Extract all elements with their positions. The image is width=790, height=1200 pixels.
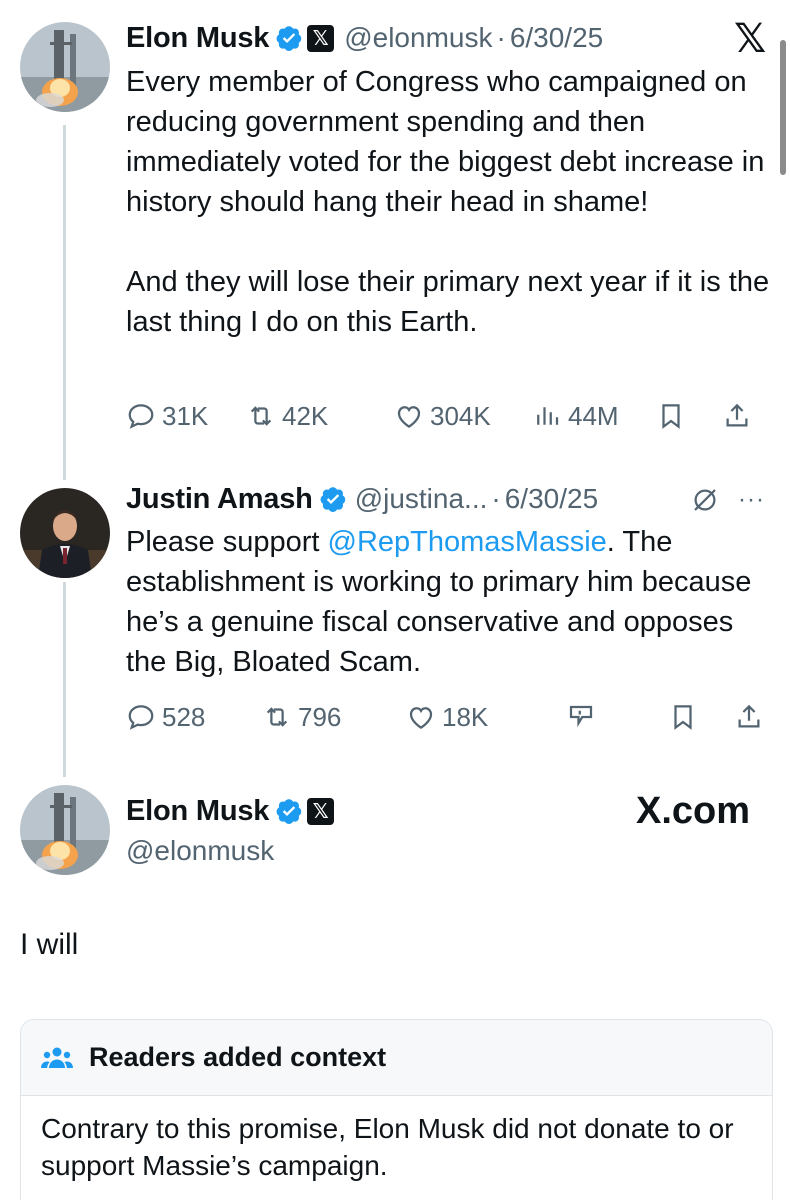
thread-line bbox=[63, 125, 66, 480]
tweet-text: I will bbox=[20, 928, 79, 961]
bookmark-button[interactable] bbox=[656, 401, 722, 431]
avatar[interactable] bbox=[20, 785, 110, 875]
verified-badge-icon bbox=[276, 26, 302, 51]
tweet-text: Every member of Congress who campaigned … bbox=[126, 66, 770, 338]
share-icon bbox=[738, 704, 760, 728]
verified-badge-icon bbox=[320, 487, 345, 512]
reply-count: 31K bbox=[162, 400, 209, 431]
people-icon bbox=[41, 1047, 73, 1068]
grok-icon[interactable] bbox=[690, 485, 720, 515]
scrollbar[interactable] bbox=[780, 40, 786, 175]
bookmark-icon bbox=[662, 404, 680, 429]
share-button[interactable] bbox=[734, 702, 770, 732]
author-handle[interactable]: @elonmusk bbox=[344, 22, 492, 54]
repost-button[interactable]: 42K bbox=[246, 401, 394, 432]
author-name[interactable]: Elon Musk bbox=[126, 22, 269, 55]
tweet-text-start: Please support bbox=[126, 526, 328, 558]
x-logo-icon: 𝕏 bbox=[734, 17, 767, 61]
author-handle[interactable]: @justina... bbox=[355, 483, 488, 515]
community-note[interactable]: Readers added context Contrary to this p… bbox=[20, 1019, 773, 1200]
like-button[interactable]: 18K bbox=[406, 702, 566, 733]
reply-count: 528 bbox=[162, 701, 206, 732]
brand-text: X.com bbox=[636, 790, 751, 832]
repost-icon bbox=[266, 707, 288, 727]
like-icon bbox=[397, 406, 421, 428]
author-name[interactable]: Justin Amash bbox=[126, 483, 313, 516]
reply-button[interactable]: 528 bbox=[126, 702, 262, 733]
mention-link[interactable]: @RepThomasMassie bbox=[328, 526, 607, 558]
tweet-date[interactable]: 6/30/25 bbox=[505, 483, 598, 515]
views-count: 44M bbox=[568, 400, 619, 431]
author-handle[interactable]: @elonmusk bbox=[126, 831, 770, 871]
tweet-body: Every member of Congress who campaigned … bbox=[126, 62, 770, 342]
share-icon bbox=[726, 403, 748, 427]
repost-button[interactable]: 796 bbox=[262, 702, 406, 733]
separator-dot: · bbox=[491, 483, 501, 514]
tweet-header: Elon Musk 𝕏 @elonmusk · 6/30/25 bbox=[126, 18, 770, 58]
share-button[interactable] bbox=[722, 401, 758, 431]
tweet-text: Please support @RepThomasMassie. The est… bbox=[126, 522, 770, 682]
reply-button[interactable]: 31K bbox=[126, 401, 246, 432]
author-name[interactable]: Elon Musk bbox=[126, 795, 269, 828]
like-count: 18K bbox=[442, 701, 489, 732]
tweet-actions: 528 796 18K bbox=[126, 697, 770, 737]
thread-line bbox=[63, 582, 66, 777]
community-note-text: Contrary to this promise, Elon Musk did … bbox=[41, 1113, 734, 1181]
avatar[interactable] bbox=[20, 22, 110, 112]
views-button[interactable]: 44M bbox=[532, 401, 656, 432]
reply-icon bbox=[128, 404, 154, 429]
like-icon bbox=[409, 707, 433, 729]
reply-icon bbox=[128, 705, 154, 730]
more-icon[interactable]: ··· bbox=[738, 486, 765, 514]
repost-count: 796 bbox=[298, 701, 342, 732]
avatar[interactable] bbox=[20, 488, 110, 578]
note-icon bbox=[569, 705, 593, 728]
tweet-header: Justin Amash @justina... · 6/30/25 bbox=[126, 479, 770, 519]
community-note-title: Readers added context bbox=[89, 1042, 387, 1072]
repost-icon bbox=[250, 406, 272, 426]
brand-label: X.com bbox=[636, 790, 750, 833]
tweet-body: Please support @RepThomasMassie. The est… bbox=[126, 522, 770, 682]
verified-badge-icon bbox=[276, 799, 302, 824]
x-affiliate-icon: 𝕏 bbox=[307, 797, 335, 825]
bookmark-icon bbox=[674, 705, 692, 730]
x-affiliate-icon: 𝕏 bbox=[307, 24, 335, 52]
separator-dot: · bbox=[496, 22, 506, 53]
tweet-date[interactable]: 6/30/25 bbox=[510, 22, 603, 54]
like-count: 304K bbox=[430, 400, 491, 431]
views-icon bbox=[537, 407, 559, 425]
bookmark-button[interactable] bbox=[668, 702, 734, 732]
tweet-actions: 31K 42K 304K 44M bbox=[126, 396, 770, 436]
like-button[interactable]: 304K bbox=[394, 401, 532, 432]
community-note-header: Readers added context bbox=[21, 1020, 772, 1096]
repost-count: 42K bbox=[282, 400, 329, 431]
note-button[interactable] bbox=[566, 702, 668, 732]
